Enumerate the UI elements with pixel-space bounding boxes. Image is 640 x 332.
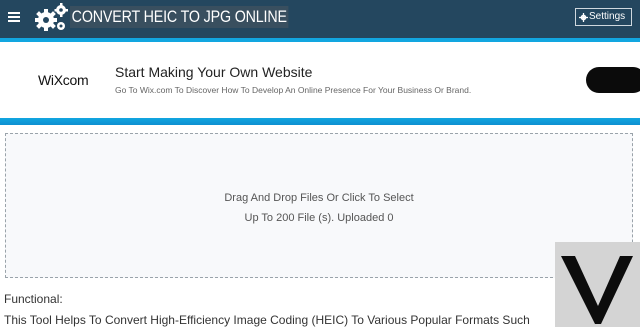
ad-description[interactable]: Go To Wix.com To Discover How To Develop… [115, 85, 471, 95]
ad-title[interactable]: Start Making Your Own Website [115, 64, 312, 80]
ad-banner[interactable]: WiXcom Start Making Your Own Website Go … [0, 42, 640, 120]
ad-cta-button[interactable] [586, 67, 640, 93]
gear-icon [579, 12, 588, 22]
tool-description: This Tool Helps To Convert High-Efficien… [4, 313, 530, 327]
app-title: CONVERT HEIC TO JPG ONLINE [70, 6, 289, 28]
ad-brand-logo[interactable]: WiXcom [38, 72, 89, 88]
hamburger-icon[interactable] [8, 12, 20, 22]
functional-heading: Functional: [4, 292, 63, 306]
settings-label: Settings [589, 11, 626, 22]
top-bar: CONVERT HEIC TO JPG ONLINE Settings [0, 0, 640, 38]
file-dropzone[interactable]: Drag And Drop Files Or Click To Select U… [5, 133, 633, 278]
dropzone-status: Up To 200 File (s). Uploaded 0 [244, 212, 394, 224]
ad-bottom-stripe [0, 118, 640, 125]
dropzone-instruction: Drag And Drop Files Or Click To Select [224, 192, 414, 204]
watermark-logo [555, 242, 640, 327]
v-letter-icon [561, 256, 633, 324]
settings-button[interactable]: Settings [575, 8, 632, 26]
gears-icon [34, 2, 70, 34]
